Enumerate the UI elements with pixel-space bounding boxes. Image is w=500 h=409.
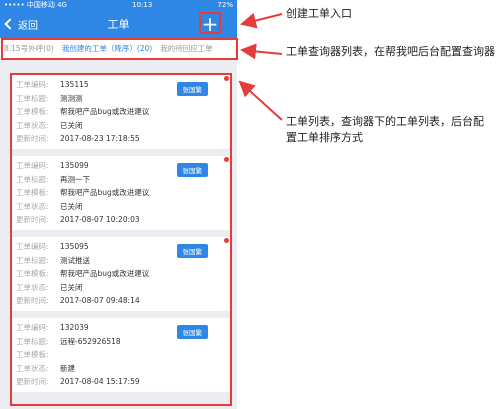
- add-ticket-button[interactable]: +: [199, 12, 221, 34]
- create-annotation: 创建工单入口: [286, 7, 352, 20]
- battery-text: 72%: [217, 1, 233, 9]
- list-arrow: [238, 80, 283, 121]
- tabs-annotation: 工单查询器列表，在帮我吧后台配置查询器: [286, 45, 495, 58]
- carrier-text: ••••• 中国移动 4G: [4, 1, 67, 9]
- status-value: 已关闭: [60, 201, 83, 211]
- code-value: 135095: [60, 241, 89, 251]
- status-value: 已关闭: [60, 282, 83, 292]
- unread-dot: [224, 156, 229, 162]
- time-label: 更新时间:: [16, 215, 49, 225]
- list-item[interactable]: 工单编码: 132039 工单标题: 远程-652926518 工单模板: 工单状态…: [12, 317, 230, 392]
- list-item[interactable]: 工单编码: 135095 工单标题: 测试推送 工单模板: 帮我吧产品bug或改进建议…: [12, 236, 230, 311]
- title-value: 远程-652926518: [60, 336, 121, 346]
- tabs-arrow: [240, 43, 283, 60]
- unread-dot: [224, 237, 229, 243]
- chevron-left-icon: [4, 18, 16, 30]
- back-label: 返回: [18, 20, 38, 32]
- status-label: 工单状态:: [16, 282, 49, 292]
- unread-dot: [224, 76, 229, 81]
- template-label: 工单模板:: [16, 107, 49, 117]
- template-value: 帮我吧产品bug或改进建议: [60, 188, 150, 198]
- status-label: 工单状态:: [16, 120, 49, 130]
- title-label: 工单标题:: [16, 174, 49, 184]
- list-annotation: 工单列表，查询器下的工单列表，后台配置工单排序方式: [286, 115, 484, 144]
- time-text: 10:13: [132, 1, 153, 9]
- title-label: 工单标题:: [16, 255, 49, 265]
- title-label: 工单标题:: [16, 336, 49, 346]
- query-tabs: 8.15号外呼(0) 我创建的工单（降序）(20) 我的待回应工单: [0, 38, 237, 60]
- list-item[interactable]: 工单编码: 135099 工单标题: 再测一下 工单模板: 帮我吧产品bug或改进建议…: [12, 155, 230, 230]
- status-bar: ••••• 中国移动 4G 10:13 72%: [0, 0, 237, 10]
- title-value: 测试推送: [60, 255, 90, 265]
- template-label: 工单模板:: [16, 350, 49, 360]
- code-value: 132039: [60, 322, 89, 332]
- assignee-badge: 张国繁: [176, 82, 208, 96]
- create-arrow: [240, 12, 283, 29]
- assignee-badge: 张国繁: [176, 243, 208, 258]
- back-button[interactable]: 返回: [0, 17, 38, 32]
- list-item[interactable]: 工单编码: 135115 工单标题: 测测测 工单模板: 帮我吧产品bug或改进建议 …: [12, 75, 230, 149]
- assignee-badge: 张国繁: [176, 324, 208, 339]
- assignee-badge: 张国繁: [176, 162, 208, 177]
- time-value: 2017-08-07 10:20:03: [60, 215, 140, 225]
- code-value: 135099: [60, 160, 89, 170]
- status-label: 工单状态:: [16, 201, 49, 211]
- title-value: 测测测: [60, 93, 83, 103]
- title-label: 工单标题:: [16, 93, 49, 103]
- template-label: 工单模板:: [16, 188, 49, 198]
- status-value: 新建: [60, 363, 75, 373]
- code-label: 工单编码:: [16, 322, 49, 332]
- time-label: 更新时间:: [16, 134, 49, 144]
- template-value: 帮我吧产品bug或改进建议: [60, 107, 150, 117]
- time-label: 更新时间:: [16, 377, 49, 387]
- time-value: 2017-08-04 15:17:59: [60, 377, 140, 387]
- tab-pending[interactable]: 我的待回应工单: [156, 43, 217, 54]
- code-label: 工单编码:: [16, 241, 49, 251]
- nav-bar: 返回 工单 +: [0, 10, 237, 38]
- time-value: 2017-08-07 09:48:14: [60, 296, 140, 306]
- tab-outbound[interactable]: 8.15号外呼(0): [0, 43, 58, 54]
- code-value: 135115: [60, 80, 89, 89]
- tab-my-created[interactable]: 我创建的工单（降序）(20): [58, 43, 156, 59]
- time-label: 更新时间:: [16, 296, 49, 306]
- status-value: 已关闭: [60, 120, 83, 130]
- ticket-list[interactable]: 工单编码: 135115 工单标题: 测测测 工单模板: 帮我吧产品bug或改进建议 …: [10, 73, 232, 406]
- code-label: 工单编码:: [16, 160, 49, 170]
- template-value: 帮我吧产品bug或改进建议: [60, 269, 150, 279]
- template-label: 工单模板:: [16, 269, 49, 279]
- time-value: 2017-08-23 17:18:55: [60, 134, 140, 144]
- status-label: 工单状态:: [16, 363, 49, 373]
- code-label: 工单编码:: [16, 80, 49, 89]
- title-value: 再测一下: [60, 174, 90, 184]
